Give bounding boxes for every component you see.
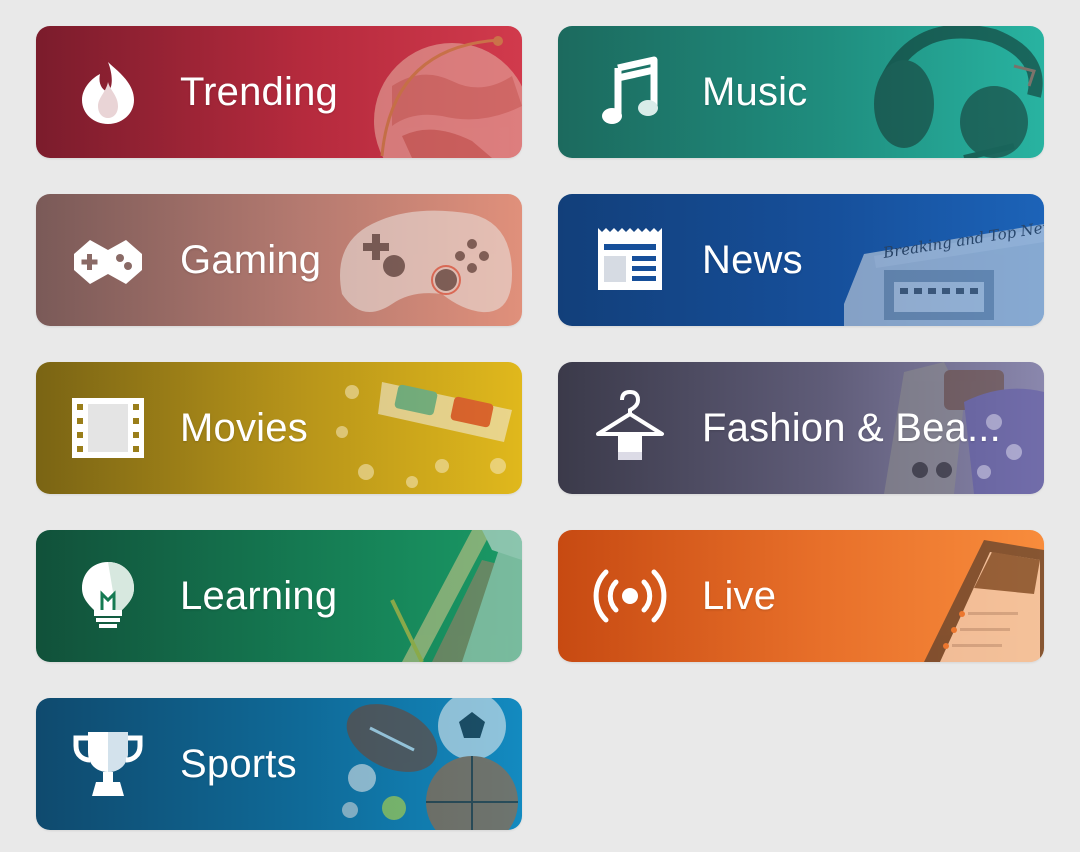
music-note-icon — [602, 56, 658, 124]
film-strip-icon — [72, 398, 144, 458]
category-label: Sports — [180, 742, 297, 786]
category-card-learning[interactable]: Learning — [36, 530, 522, 662]
category-card-sports[interactable]: Sports — [36, 698, 522, 830]
broadcast-icon — [593, 569, 667, 623]
headphones-image — [874, 26, 1043, 158]
category-label: Gaming — [180, 238, 322, 282]
category-card-trending[interactable]: Trending — [36, 26, 522, 158]
notebook-pencil-image — [390, 530, 522, 662]
3d-glasses-popcorn-image — [336, 382, 512, 488]
category-card-music[interactable]: Music — [558, 26, 1044, 158]
newspaper-icon — [598, 228, 662, 290]
newspaper-image: Breaking and Top News — [844, 216, 1044, 326]
category-label: News — [702, 238, 803, 282]
phone-livestream-image — [924, 540, 1044, 662]
category-label: Fashion & Bea... — [702, 406, 1001, 450]
category-label: Learning — [180, 574, 338, 618]
category-card-news[interactable]: Breaking and Top News News — [558, 194, 1044, 326]
flame-icon — [82, 62, 134, 124]
category-label: Trending — [180, 70, 338, 114]
globe-image — [374, 36, 522, 158]
category-label: Live — [702, 574, 777, 618]
trophy-icon — [73, 732, 143, 796]
category-card-live[interactable]: Live — [558, 530, 1044, 662]
category-card-movies[interactable]: Movies — [36, 362, 522, 494]
category-label: Movies — [180, 406, 308, 450]
category-card-fashion-beauty[interactable]: Fashion & Bea... — [558, 362, 1044, 494]
category-label: Music — [702, 70, 808, 114]
category-card-gaming[interactable]: Gaming — [36, 194, 522, 326]
category-grid: Trending Music Gaming Breaking and Top N… — [0, 0, 1080, 852]
gamepad-image — [340, 210, 512, 313]
hanger-icon — [596, 390, 664, 460]
game-controller-icon — [74, 240, 142, 284]
lightbulb-icon — [82, 562, 134, 628]
balls-image — [342, 698, 518, 830]
